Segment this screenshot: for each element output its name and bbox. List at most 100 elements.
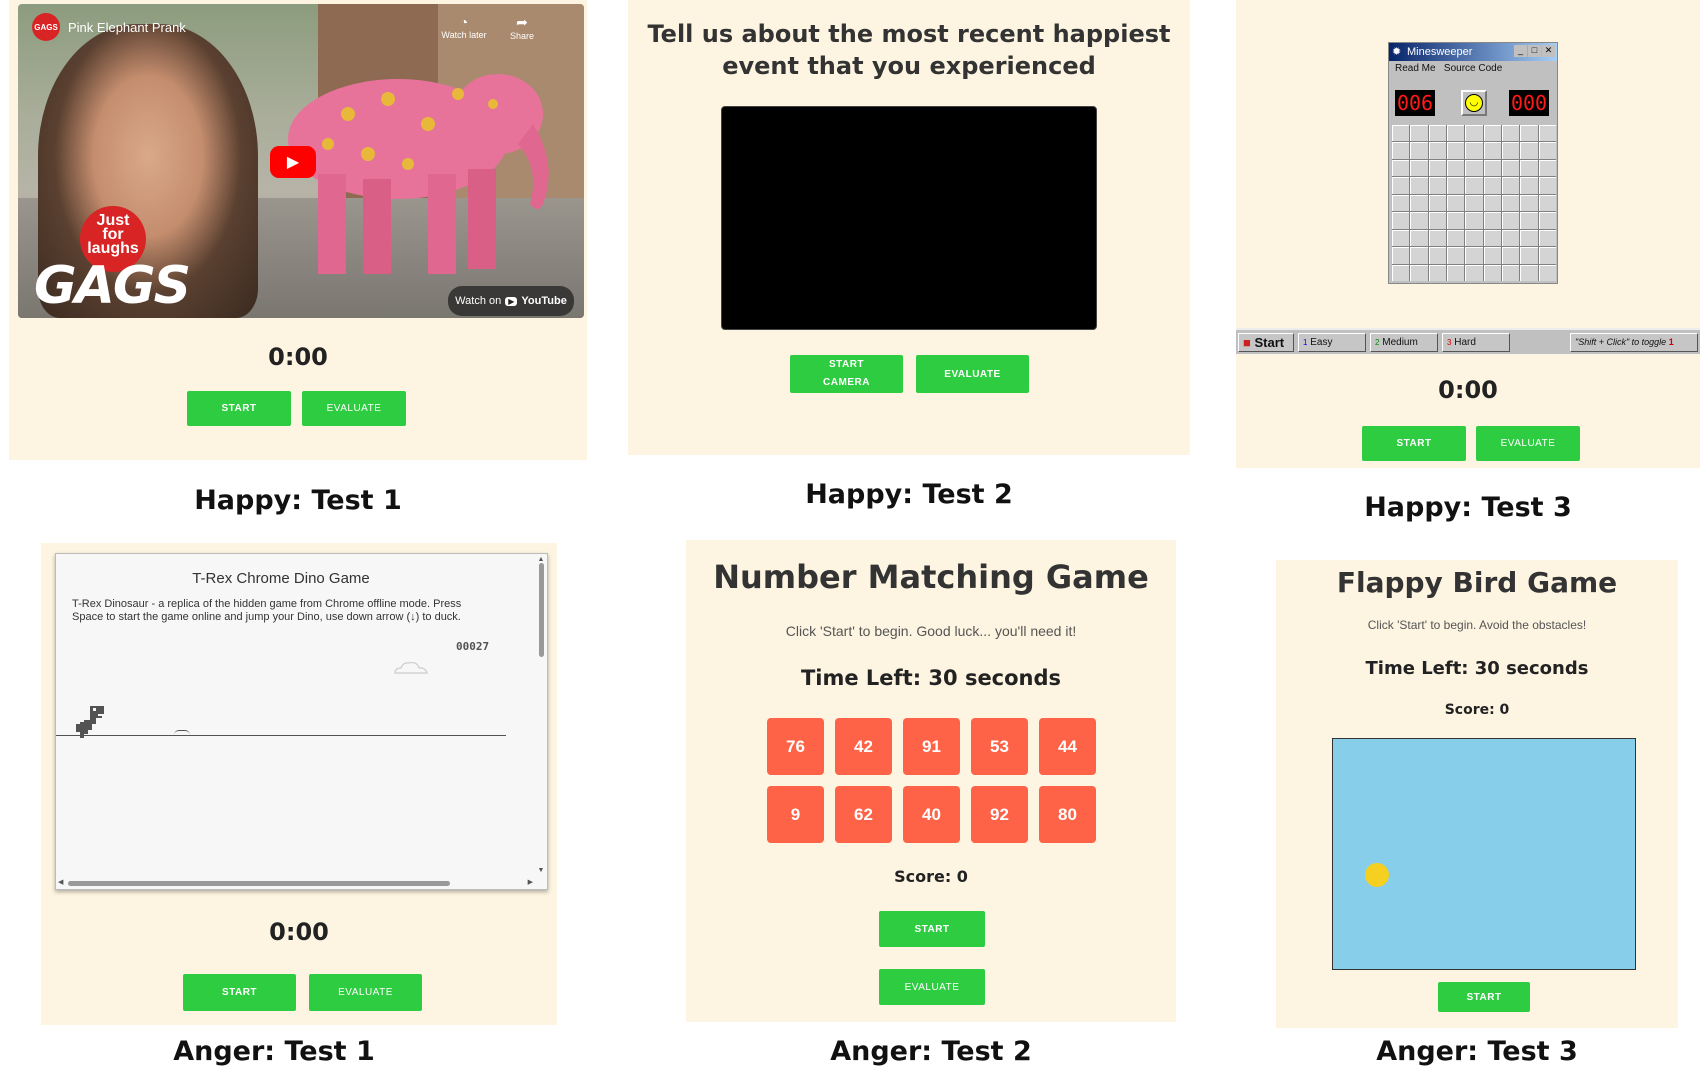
horizontal-scrollbar[interactable]: ◀ ▶ <box>58 879 533 887</box>
mine-cell[interactable] <box>1502 177 1520 194</box>
mine-cell[interactable] <box>1447 264 1465 281</box>
number-tile[interactable]: 91 <box>903 718 960 775</box>
mine-cell[interactable] <box>1392 125 1410 142</box>
scroll-left-arrow[interactable]: ◀ <box>58 878 63 886</box>
dino-game-frame[interactable]: T-Rex Chrome Dino Game T-Rex Dinosaur - … <box>55 553 548 890</box>
mine-cell[interactable] <box>1502 194 1520 212</box>
mine-cell[interactable] <box>1465 142 1483 159</box>
mine-cell[interactable] <box>1392 177 1410 194</box>
mine-cell[interactable] <box>1465 125 1483 142</box>
mine-cell[interactable] <box>1465 159 1483 177</box>
mine-cell[interactable] <box>1428 159 1446 177</box>
mine-cell[interactable] <box>1538 177 1556 194</box>
watch-on-youtube-button[interactable]: Watch on ▶ YouTube <box>448 286 574 316</box>
mine-cell[interactable] <box>1465 264 1483 281</box>
mine-cell[interactable] <box>1502 159 1520 177</box>
mine-cell[interactable] <box>1447 247 1465 264</box>
mine-cell[interactable] <box>1465 212 1483 229</box>
mine-cell[interactable] <box>1483 212 1501 229</box>
mine-cell[interactable] <box>1520 177 1538 194</box>
mine-cell[interactable] <box>1410 229 1428 247</box>
mine-cell[interactable] <box>1392 212 1410 229</box>
mine-cell[interactable] <box>1538 194 1556 212</box>
mine-cell[interactable] <box>1410 212 1428 229</box>
mine-cell[interactable] <box>1538 142 1556 159</box>
evaluate-button[interactable]: EVALUATE <box>1476 426 1580 461</box>
start-menu-button[interactable]: ■ Start <box>1238 333 1294 352</box>
start-button[interactable]: START <box>1362 426 1466 461</box>
mine-cell[interactable] <box>1502 229 1520 247</box>
mine-cell[interactable] <box>1410 177 1428 194</box>
mine-cell[interactable] <box>1538 264 1556 281</box>
mine-cell[interactable] <box>1392 264 1410 281</box>
minesweeper-window[interactable]: ✹ Minesweeper _ □ ✕ Read Me Source Code … <box>1388 42 1558 284</box>
vertical-scrollbar[interactable]: ▲ ▼ <box>537 556 545 874</box>
mine-cell[interactable] <box>1502 264 1520 281</box>
mine-cell[interactable] <box>1428 177 1446 194</box>
scroll-down-arrow[interactable]: ▼ <box>537 867 545 874</box>
mine-cell[interactable] <box>1502 142 1520 159</box>
evaluate-button[interactable]: EVALUATE <box>916 355 1029 393</box>
scroll-right-arrow[interactable]: ▶ <box>528 878 533 886</box>
number-tile[interactable]: 44 <box>1039 718 1096 775</box>
mine-cell[interactable] <box>1428 194 1446 212</box>
mine-cell[interactable] <box>1447 194 1465 212</box>
mine-cell[interactable] <box>1483 229 1501 247</box>
play-button[interactable]: ▶ <box>270 146 316 178</box>
easy-button[interactable]: 1 Easy <box>1298 333 1366 352</box>
mine-cell[interactable] <box>1447 142 1465 159</box>
mine-cell[interactable] <box>1410 264 1428 281</box>
share-button[interactable]: ➦ Share <box>502 14 542 41</box>
start-camera-button[interactable]: START CAMERA <box>790 355 903 393</box>
mine-cell[interactable] <box>1410 247 1428 264</box>
mine-cell[interactable] <box>1538 212 1556 229</box>
scroll-up-arrow[interactable]: ▲ <box>537 556 545 563</box>
number-tile[interactable]: 62 <box>835 786 892 843</box>
mine-cell[interactable] <box>1410 142 1428 159</box>
evaluate-button[interactable]: EVALUATE <box>879 969 985 1005</box>
minimize-icon[interactable]: _ <box>1514 45 1527 57</box>
number-tile[interactable]: 53 <box>971 718 1028 775</box>
youtube-video-embed[interactable]: GAGS Pink Elephant Prank ◔ Watch later ➦… <box>18 4 584 318</box>
mine-cell[interactable] <box>1428 125 1446 142</box>
menu-read-me[interactable]: Read Me <box>1395 63 1436 74</box>
mine-cell[interactable] <box>1447 159 1465 177</box>
mine-cell[interactable] <box>1447 229 1465 247</box>
mine-cell[interactable] <box>1502 247 1520 264</box>
number-tile[interactable]: 92 <box>971 786 1028 843</box>
smiley-reset-button[interactable]: ◡ <box>1461 90 1487 116</box>
mine-cell[interactable] <box>1428 247 1446 264</box>
start-button[interactable]: START <box>1438 982 1530 1012</box>
mine-cell[interactable] <box>1465 247 1483 264</box>
mine-cell[interactable] <box>1483 247 1501 264</box>
mine-cell[interactable] <box>1465 194 1483 212</box>
hard-button[interactable]: 3 Hard <box>1442 333 1510 352</box>
mine-cell[interactable] <box>1428 229 1446 247</box>
mine-cell[interactable] <box>1447 125 1465 142</box>
mine-cell[interactable] <box>1520 229 1538 247</box>
minefield-grid[interactable] <box>1392 125 1556 281</box>
mine-cell[interactable] <box>1483 177 1501 194</box>
mine-cell[interactable] <box>1392 194 1410 212</box>
mine-cell[interactable] <box>1520 247 1538 264</box>
mine-cell[interactable] <box>1483 264 1501 281</box>
mine-cell[interactable] <box>1483 125 1501 142</box>
number-tile[interactable]: 42 <box>835 718 892 775</box>
mine-cell[interactable] <box>1520 264 1538 281</box>
mine-cell[interactable] <box>1392 159 1410 177</box>
mine-cell[interactable] <box>1483 159 1501 177</box>
mine-cell[interactable] <box>1502 125 1520 142</box>
mine-cell[interactable] <box>1392 142 1410 159</box>
mine-cell[interactable] <box>1410 194 1428 212</box>
evaluate-button[interactable]: EVALUATE <box>302 391 406 426</box>
maximize-icon[interactable]: □ <box>1528 45 1541 57</box>
mine-cell[interactable] <box>1410 125 1428 142</box>
scrollbar-thumb[interactable] <box>68 881 450 886</box>
mine-cell[interactable] <box>1428 212 1446 229</box>
mine-cell[interactable] <box>1538 159 1556 177</box>
menu-source-code[interactable]: Source Code <box>1444 63 1502 74</box>
mine-cell[interactable] <box>1447 177 1465 194</box>
mine-cell[interactable] <box>1538 229 1556 247</box>
number-tile[interactable]: 9 <box>767 786 824 843</box>
number-tile[interactable]: 40 <box>903 786 960 843</box>
